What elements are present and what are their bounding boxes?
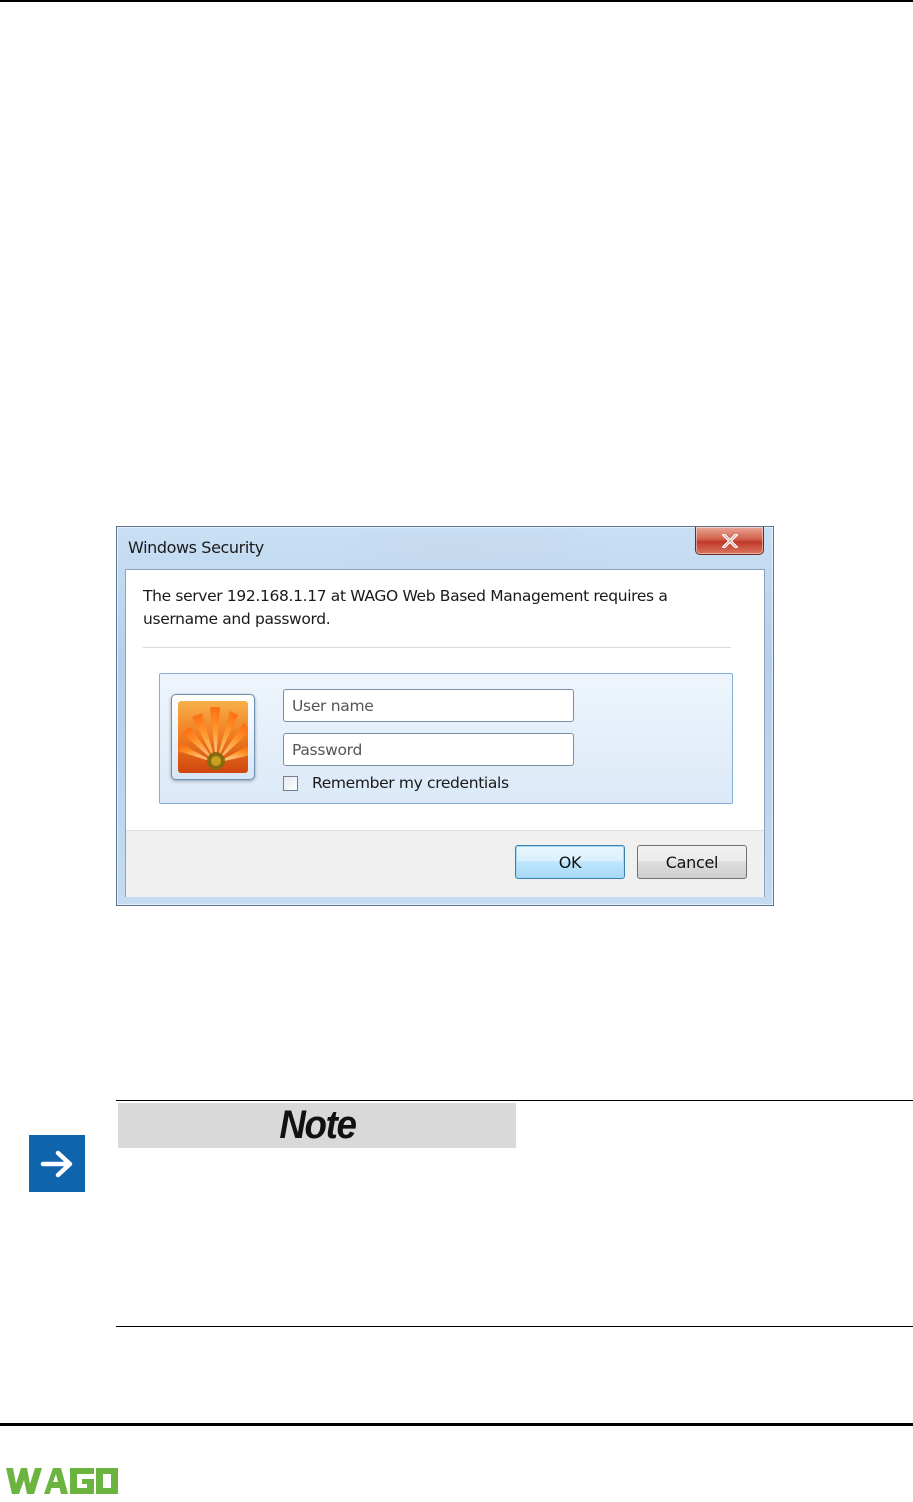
cancel-button[interactable]: Cancel: [637, 845, 747, 879]
password-field[interactable]: [283, 733, 574, 766]
flower-user-picture-icon: [178, 701, 248, 773]
server-message-line-2: username and password.: [143, 610, 331, 628]
note-icon-box: [29, 1135, 85, 1192]
wago-logo-icon: [6, 1468, 118, 1494]
username-field[interactable]: [283, 689, 574, 722]
ok-button[interactable]: OK: [515, 845, 625, 879]
note-title: Note: [278, 1103, 357, 1147]
close-x-icon: [721, 533, 738, 548]
separator: [143, 647, 731, 648]
note-bottom-rule: [116, 1326, 913, 1327]
server-message: The server 192.168.1.17 at WAGO Web Base…: [143, 585, 723, 631]
remember-checkbox[interactable]: [283, 775, 298, 791]
titlebar-glass: [347, 535, 607, 561]
windows-security-dialog: Windows Security The server 192.168.1.17…: [116, 526, 774, 906]
note-header: Note: [118, 1103, 516, 1148]
wago-logo: [4, 1462, 118, 1502]
remember-credentials-row[interactable]: Remember my credentials: [283, 773, 509, 793]
remember-label: Remember my credentials: [312, 774, 509, 792]
close-button[interactable]: [695, 527, 764, 555]
dialog-title: Windows Security: [128, 538, 264, 557]
user-tile: [171, 694, 255, 780]
arrow-right-icon: [40, 1150, 73, 1177]
page-top-rule: [0, 0, 913, 2]
server-message-line-1: The server 192.168.1.17 at WAGO Web Base…: [143, 587, 668, 605]
note-top-rule: [116, 1100, 913, 1101]
page-bottom-rule: [0, 1423, 913, 1426]
